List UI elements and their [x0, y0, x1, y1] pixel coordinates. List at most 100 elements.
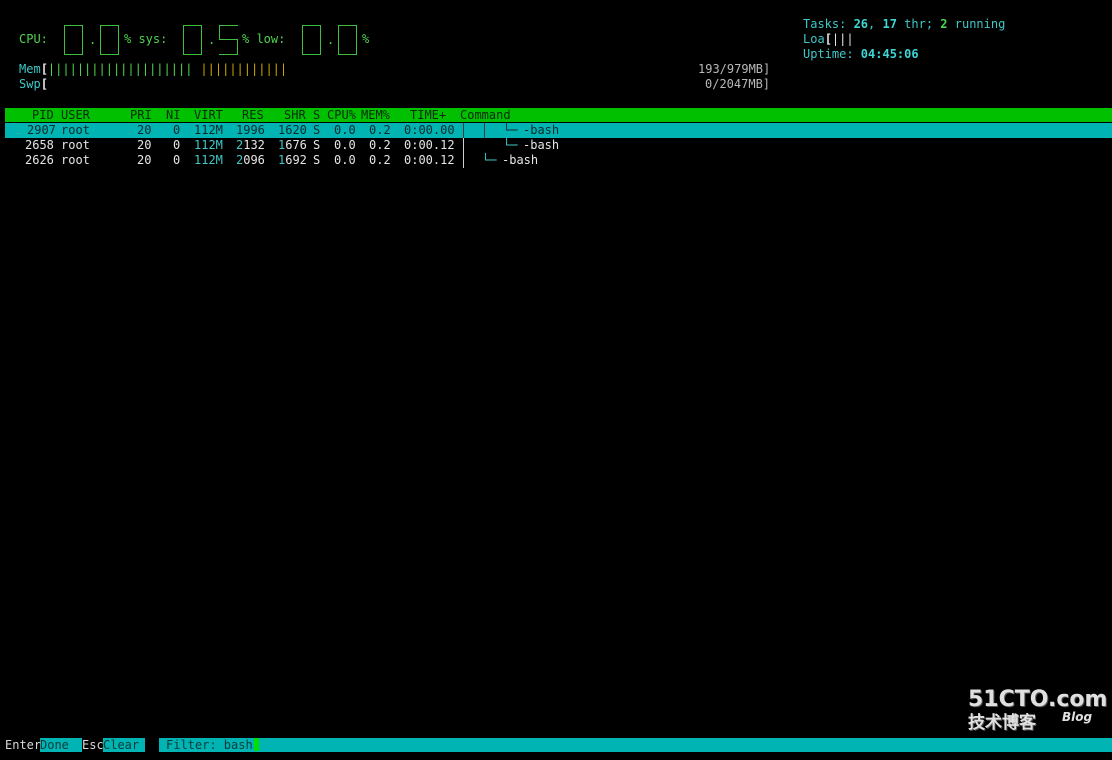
command: -bash	[523, 123, 560, 137]
tasks-label: Tasks:	[803, 17, 854, 31]
tree-line	[463, 123, 464, 138]
pri: 20	[137, 123, 152, 137]
process-table-header: PID USER PRI NI VIRT RES SHR S CPU% MEM%…	[5, 108, 1112, 122]
filter-value[interactable]: bash	[224, 738, 253, 752]
low-digit-1	[302, 25, 321, 55]
pri: 20	[137, 138, 152, 152]
mem-bar-used: ||||||||||||||||||||	[47, 62, 193, 76]
mem-percent: 0.2	[369, 138, 391, 152]
col-user[interactable]: USER	[61, 108, 90, 123]
col-ni[interactable]: NI	[166, 108, 180, 123]
state: S	[313, 138, 321, 152]
state: S	[313, 123, 321, 137]
watermark-logo: 51CTO.com 技术博客 Blog	[968, 687, 1108, 743]
col-shr[interactable]: SHR	[284, 108, 306, 123]
mem-value: 193/979MB]	[698, 62, 771, 76]
shr: 1692	[278, 153, 307, 168]
enter-key[interactable]: Enter	[0, 738, 41, 752]
col-pri[interactable]: PRI	[130, 108, 152, 123]
time: 0:00.00	[404, 123, 455, 137]
cpu-digit-2	[100, 25, 119, 55]
low-dot: .	[327, 33, 335, 47]
watermark-subtitle: 技术博客	[968, 713, 1036, 733]
shr-rest: 676	[285, 138, 307, 152]
time: 0:00.12	[404, 138, 455, 152]
col-virt[interactable]: VIRT	[194, 108, 223, 123]
filter-field[interactable]: Filter: bash	[166, 738, 259, 752]
tree-branch: └─	[482, 153, 497, 167]
mem-percent: 0.2	[369, 153, 391, 167]
low-label: % low:	[242, 32, 286, 46]
ni: 0	[173, 153, 181, 167]
load-line: Loa[|||	[803, 32, 854, 47]
user: root	[61, 123, 90, 137]
running-count: 2	[940, 17, 948, 31]
mem-label: Mem	[19, 62, 41, 76]
tree-line	[484, 123, 485, 138]
swp-label: Swp	[19, 77, 41, 91]
ni: 0	[173, 138, 181, 152]
esc-key[interactable]: Esc	[82, 738, 104, 752]
cpu-percent: 0.0	[334, 153, 356, 167]
shr-rest: 692	[285, 153, 307, 167]
tasks-line: Tasks: 26, 17 thr; 2 running	[803, 17, 1005, 32]
load-bars: |||	[831, 32, 854, 46]
tree-line	[463, 153, 464, 168]
user: root	[61, 138, 90, 152]
watermark-blog: Blog	[1062, 710, 1093, 724]
table-row[interactable]: 2658 root 20 0 112M 2132 1676 S 0.0 0.2 …	[5, 138, 1112, 153]
table-row[interactable]: 2626 root 20 0 112M 2096 1692 S 0.0 0.2 …	[5, 153, 1112, 168]
mem-bar-cache: ||||||||||||	[200, 62, 288, 76]
tree-line	[463, 138, 464, 153]
watermark-site: 51CTO.com	[968, 687, 1108, 712]
col-pid[interactable]: PID	[32, 108, 54, 123]
cpu-label: CPU:	[19, 32, 48, 46]
footer-spacer	[145, 738, 159, 752]
command: -bash	[502, 153, 539, 167]
uptime-line: Uptime: 04:45:06	[803, 47, 919, 62]
col-mem[interactable]: MEM%	[361, 108, 390, 123]
swp-bracket: [	[40, 77, 48, 91]
tree-branch: └─	[503, 138, 518, 152]
mem-bracket: [	[40, 62, 48, 76]
col-time[interactable]: TIME+	[410, 108, 446, 123]
res: 2096	[236, 153, 265, 168]
uptime-label: Uptime:	[803, 47, 861, 61]
cpu-dot: .	[89, 33, 97, 47]
done-action[interactable]: Done	[40, 738, 69, 752]
tasks-count: 26	[853, 17, 869, 31]
text-cursor	[253, 738, 259, 751]
running-label: running	[947, 17, 1006, 31]
res-rest: 096	[243, 153, 265, 167]
col-cpu[interactable]: CPU%	[327, 108, 356, 123]
res: 2132	[236, 138, 265, 153]
res-rest: 132	[243, 138, 265, 152]
table-row[interactable]: 2907 root 20 0 112M 1996 1620 S 0.0 0.2 …	[5, 123, 1112, 138]
mem-percent: 0.2	[369, 123, 391, 137]
shr: 1676	[278, 138, 307, 153]
col-state[interactable]: S	[313, 108, 320, 123]
clear-action[interactable]: Clear	[103, 738, 139, 752]
load-label: Loa	[803, 32, 825, 46]
shr: 1620	[278, 123, 307, 137]
cpu-percent: 0.0	[334, 138, 356, 152]
res: 1996	[236, 123, 265, 137]
pid: 2626	[25, 153, 54, 167]
swp-value: 0/2047MB]	[705, 77, 771, 91]
pid: 2907	[27, 123, 56, 137]
percent-sign: %	[362, 32, 370, 46]
time: 0:00.12	[404, 153, 455, 167]
thr-count: 17	[882, 17, 897, 31]
tasks-sep: ,	[868, 17, 883, 31]
low-digit-2	[338, 25, 357, 55]
pri: 20	[137, 153, 152, 167]
col-res[interactable]: RES	[242, 108, 264, 123]
user: root	[61, 153, 90, 167]
ni: 0	[173, 123, 181, 137]
virt: 112M	[194, 123, 223, 137]
col-command[interactable]: Command	[460, 108, 511, 123]
command: -bash	[523, 138, 560, 152]
thr-label: thr;	[896, 17, 941, 31]
virt: 112M	[194, 153, 223, 167]
load-bracket: [	[824, 32, 832, 46]
